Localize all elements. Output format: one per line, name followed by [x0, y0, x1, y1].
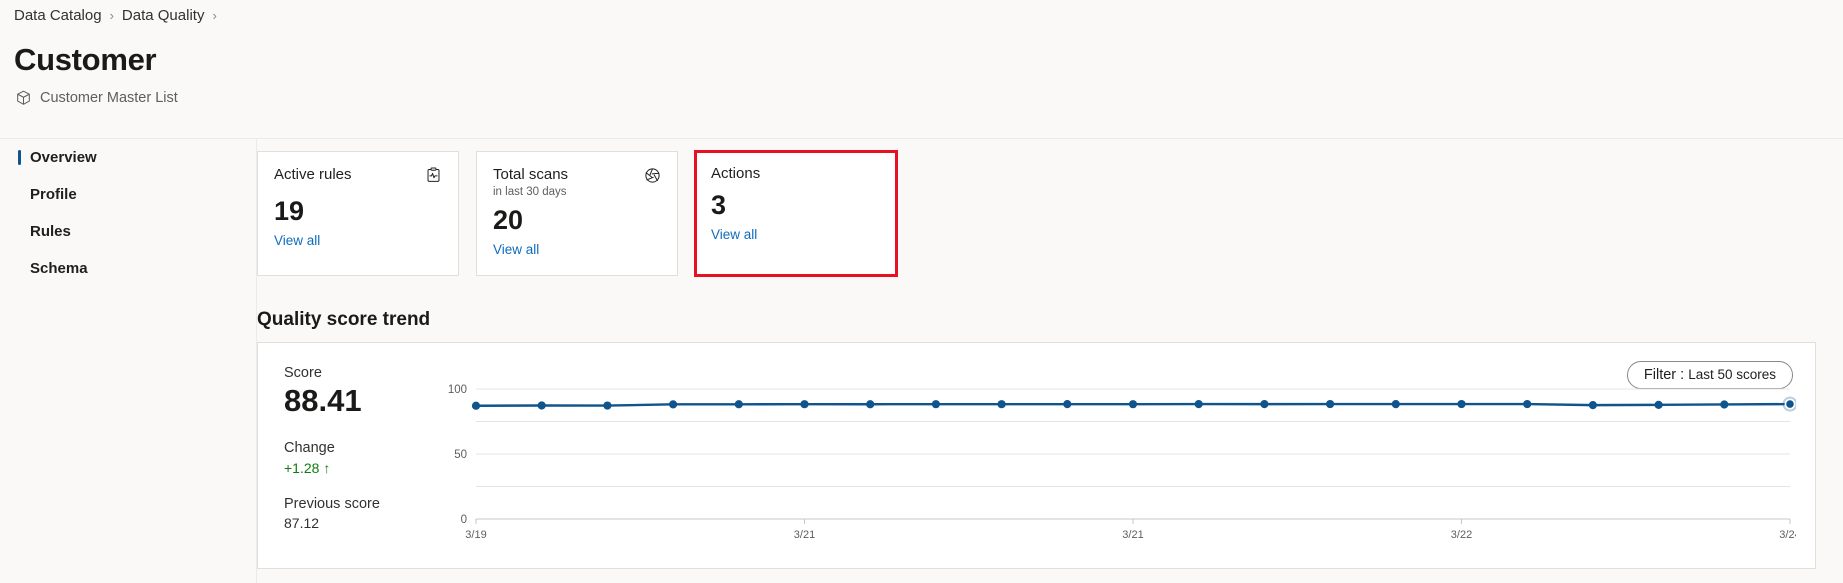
card-title: Active rules: [274, 166, 352, 183]
view-all-link[interactable]: View all: [711, 227, 757, 242]
svg-text:3/21: 3/21: [794, 529, 815, 541]
card-title: Total scans: [493, 166, 569, 183]
asset-subtitle: Customer Master List: [16, 90, 178, 106]
chevron-right-icon: ›: [109, 8, 114, 23]
score-label: Score: [284, 365, 322, 381]
chevron-right-icon: ›: [212, 8, 217, 23]
package-icon: [16, 90, 31, 106]
view-all-link[interactable]: View all: [493, 242, 539, 257]
sidebar-item-label: Profile: [30, 186, 77, 203]
sidebar-item-schema[interactable]: Schema: [0, 250, 256, 287]
score-summary: Score 88.41 Change +1.28 ↑ Previous scor…: [284, 365, 434, 531]
sidebar-item-overview[interactable]: Overview: [0, 139, 256, 176]
change-label: Change: [284, 439, 335, 456]
rules-clipboard-icon: [425, 167, 442, 189]
score-value: 88.41: [284, 383, 362, 418]
page-title: Customer: [14, 42, 157, 77]
metric-card-group: Active rules 19 View all Total scans in …: [257, 150, 898, 277]
card-header: Total scans in last 30 days: [493, 166, 661, 198]
sidebar-item-label: Schema: [30, 260, 88, 277]
quality-score-chart[interactable]: 0 50 100 3/19 3/21 3/21 3/22 3/24: [436, 379, 1796, 555]
metric-card-active-rules[interactable]: Active rules 19 View all: [257, 151, 459, 276]
change-value: +1.28 ↑: [284, 459, 331, 476]
svg-text:3/19: 3/19: [465, 529, 486, 541]
svg-text:3/24: 3/24: [1779, 529, 1796, 541]
scan-aperture-icon: [644, 167, 661, 189]
card-value: 20: [493, 205, 524, 235]
main-content: Active rules 19 View all Total scans in …: [257, 139, 1843, 583]
section-title-quality-score-trend: Quality score trend: [257, 309, 431, 330]
sidebar-item-rules[interactable]: Rules: [0, 213, 256, 250]
svg-text:50: 50: [454, 449, 467, 461]
breadcrumb-item-data-catalog[interactable]: Data Catalog: [14, 7, 102, 24]
svg-text:0: 0: [461, 514, 467, 526]
quality-score-trend-panel: Score 88.41 Change +1.28 ↑ Previous scor…: [257, 342, 1816, 569]
card-value: 3: [711, 190, 727, 220]
breadcrumb-item-data-quality[interactable]: Data Quality: [122, 7, 205, 24]
card-value: 19: [274, 196, 305, 226]
metric-card-actions[interactable]: Actions 3 View all: [694, 150, 898, 277]
sidebar-item-label: Overview: [30, 149, 97, 166]
card-title: Actions: [711, 165, 761, 182]
card-header: Active rules: [274, 166, 442, 189]
asset-subtitle-label: Customer Master List: [40, 90, 178, 106]
svg-text:3/22: 3/22: [1451, 529, 1472, 541]
card-subtitle: in last 30 days: [493, 186, 567, 198]
breadcrumb: Data Catalog › Data Quality ›: [14, 7, 217, 24]
sidebar-item-profile[interactable]: Profile: [0, 176, 256, 213]
metric-card-total-scans[interactable]: Total scans in last 30 days 20 View all: [476, 151, 678, 276]
data-quality-overview-page: Data Catalog › Data Quality › Customer C…: [0, 0, 1843, 583]
sidebar-item-label: Rules: [30, 223, 71, 240]
view-all-link[interactable]: View all: [274, 233, 320, 248]
previous-score-value: 87.12: [284, 514, 320, 531]
previous-score-label: Previous score: [284, 495, 380, 512]
svg-text:3/21: 3/21: [1122, 529, 1143, 541]
svg-text:100: 100: [448, 384, 467, 396]
sidebar: Overview Profile Rules Schema: [0, 139, 256, 583]
card-header: Actions: [711, 165, 881, 183]
